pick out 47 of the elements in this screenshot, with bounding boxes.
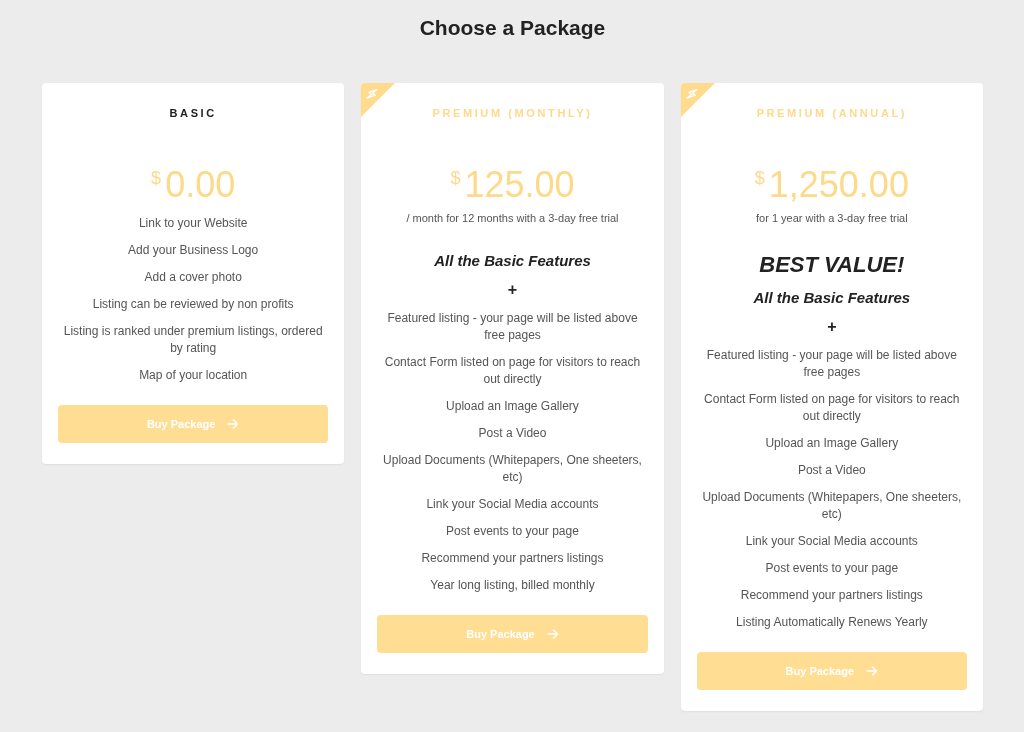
feature-item: Recommend your partners listings — [421, 550, 604, 567]
feature-item: Upload an Image Gallery — [446, 398, 579, 415]
buy-package-button[interactable]: Buy Package — [696, 652, 967, 690]
feature-item: Upload Documents (Whitepapers, One sheeters, etc) — [701, 489, 963, 523]
feature-item: Listing is ranked under premium listings, ordered by rating — [62, 323, 324, 357]
arrow-right-icon — [227, 418, 240, 430]
plus-sign: + — [827, 317, 837, 337]
feature-item: Post a Video — [478, 425, 547, 442]
currency-symbol: $ — [151, 167, 162, 189]
billing-term: / month for 12 months with a 3-day free trial — [406, 211, 619, 226]
feature-item: Add a cover photo — [144, 269, 242, 286]
currency-symbol: $ — [450, 167, 461, 189]
feature-item: Upload an Image Gallery — [765, 435, 899, 452]
price-amount: 0.00 — [165, 165, 236, 205]
package-name: PREMIUM (MONTHLY) — [432, 106, 593, 121]
buy-package-button[interactable]: Buy Package — [58, 405, 329, 443]
feature-item: Featured listing - your page will be listed above free pages — [705, 347, 958, 381]
feature-item: Listing Automatically Renews Yearly — [736, 614, 928, 631]
best-value-heading: BEST VALUE! — [759, 251, 905, 279]
arrow-right-icon — [866, 665, 879, 677]
feature-item: Upload Documents (Whitepapers, One sheeters, etc) — [382, 452, 643, 486]
feature-item: Link your Social Media accounts — [426, 496, 599, 513]
price-amount: 1,250.00 — [768, 165, 909, 205]
features-heading: All the Basic Features — [434, 251, 591, 271]
feature-item: Featured listing - your page will be listed above free pages — [386, 310, 639, 344]
billing-term: for 1 year with a 3-day free trial — [756, 211, 908, 226]
feature-item: Listing can be reviewed by non profits — [92, 296, 294, 313]
features-heading: All the Basic Features — [753, 288, 911, 308]
feature-item: Link to your Website — [138, 215, 248, 232]
feature-item: Contact Form listed on page for visitors to reach out directly — [703, 391, 961, 425]
feature-item: Post a Video — [797, 462, 866, 479]
page-title: Choose a Package — [418, 15, 607, 41]
feature-item: Add your Business Logo — [128, 242, 259, 259]
feature-item: Post events to your page — [446, 523, 579, 540]
feature-item: Recommend your partners listings — [740, 587, 923, 604]
feature-item: Year long listing, billed monthly — [430, 577, 595, 594]
feature-item: Map of your location — [139, 367, 248, 384]
feature-item: Post events to your page — [765, 560, 899, 577]
package-name: PREMIUM (ANNUAL) — [756, 106, 907, 121]
currency-symbol: $ — [754, 167, 765, 189]
plus-sign: + — [507, 280, 518, 300]
feature-item: Link your Social Media accounts — [745, 533, 918, 550]
arrow-right-icon — [546, 628, 559, 640]
buy-package-button[interactable]: Buy Package — [377, 615, 648, 653]
package-name: BASIC — [169, 106, 217, 121]
price-amount: 125.00 — [464, 165, 575, 205]
feature-item: Contact Form listed on page for visitors to reach out directly — [383, 354, 642, 388]
